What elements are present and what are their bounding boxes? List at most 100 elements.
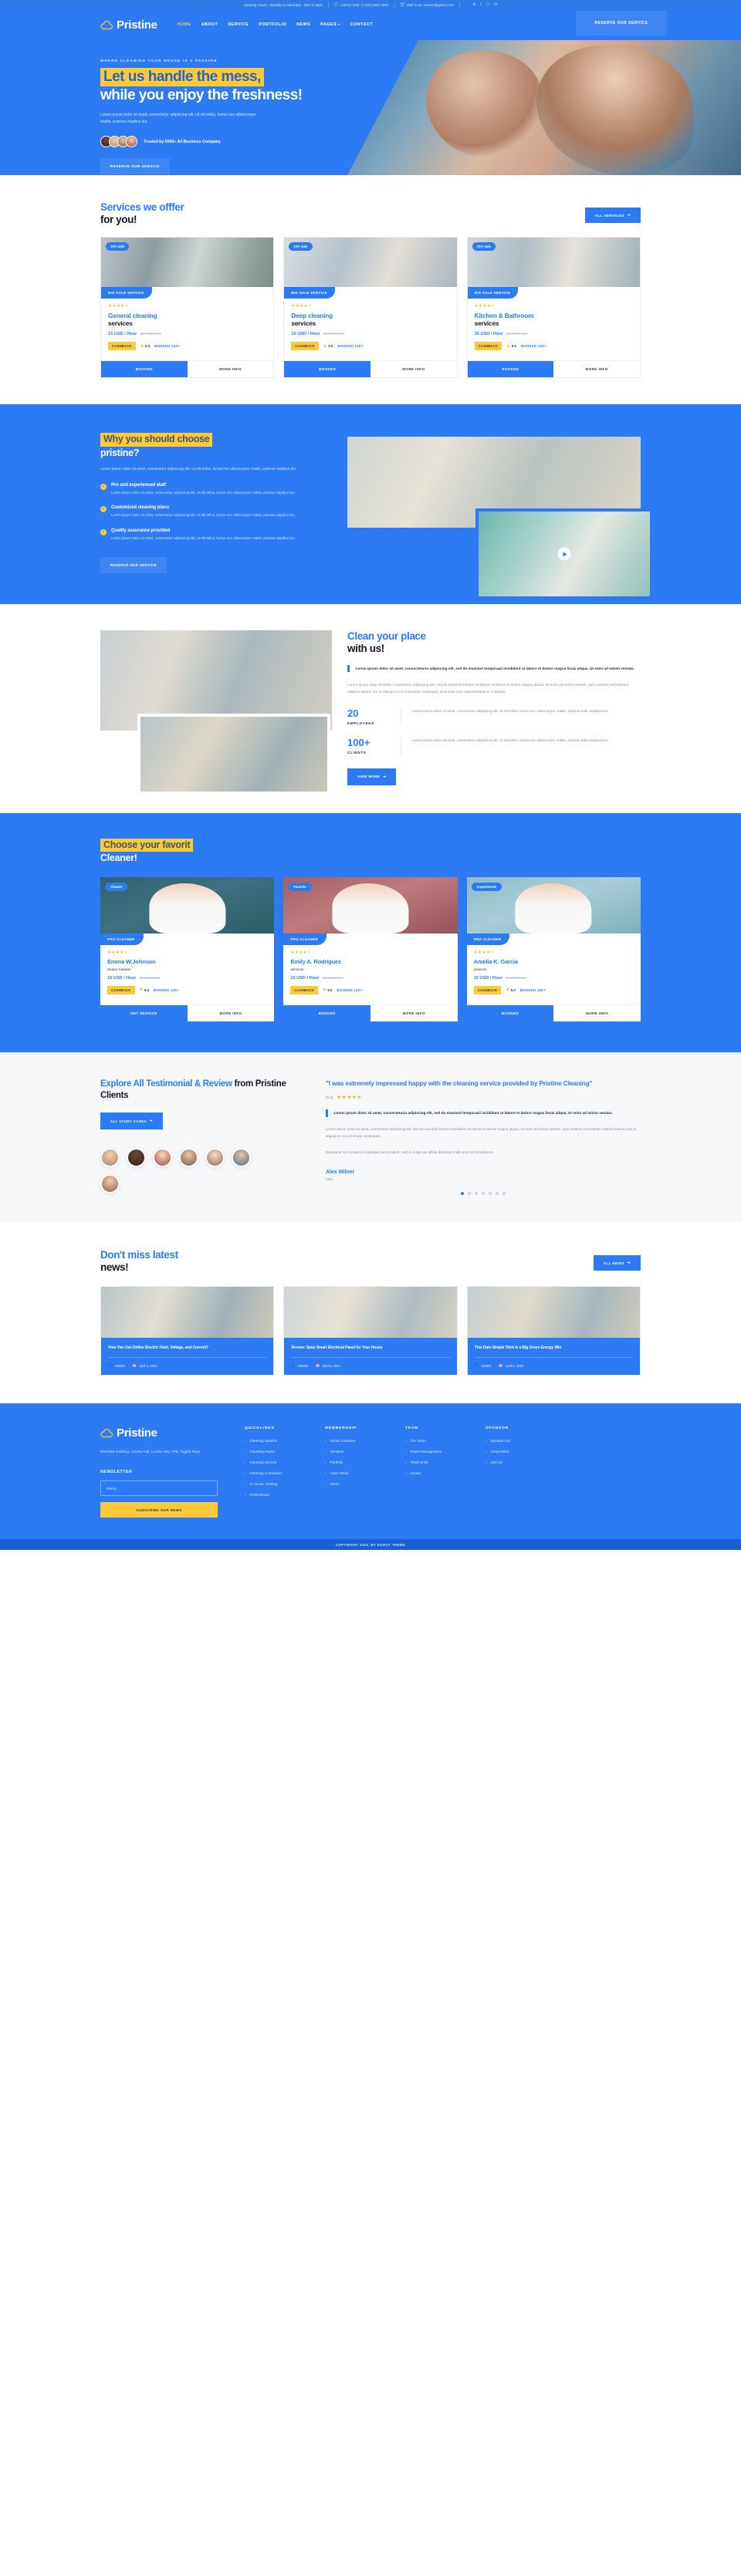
footer-logo[interactable]: Pristine xyxy=(100,1426,228,1440)
news-card[interactable]: How You Can Define Electric Field, Volta… xyxy=(100,1286,275,1376)
footer-link[interactable]: › Cleaning Solution xyxy=(245,1439,308,1443)
nav-item-service[interactable]: SERVICE xyxy=(228,22,249,27)
why-reserve-button[interactable]: RESERVE OUR SERVICE xyxy=(100,557,167,574)
footer-link[interactable]: › Career xyxy=(405,1471,469,1475)
star-icon: ★ xyxy=(322,988,327,993)
footer-link[interactable]: › Testimonial xyxy=(405,1460,469,1464)
linkedin-icon[interactable]: in xyxy=(494,2,497,7)
nav-item-pages[interactable]: PAGES ▾ xyxy=(320,22,340,27)
footer-link[interactable]: › In House Training xyxy=(245,1482,308,1486)
service-book-button[interactable]: BOOKED xyxy=(284,361,370,378)
carousel-dot[interactable] xyxy=(468,1192,471,1196)
service-card[interactable]: 10% Sale BIG SALE SERVICE ★★★★★ Kitchen … xyxy=(466,237,641,379)
avatar[interactable] xyxy=(179,1148,198,1168)
footer-link[interactable]: › Join Us xyxy=(486,1460,549,1464)
service-book-button[interactable]: BOOKED xyxy=(101,361,188,378)
all-study-cases-button[interactable]: ALL STUDY CASES ➔ xyxy=(100,1112,163,1130)
footer-link[interactable]: › Cleaning House xyxy=(245,1450,308,1453)
twitter-icon[interactable]: w xyxy=(473,2,476,7)
clean-title-line2: with us! xyxy=(347,643,384,655)
cleaner-primary-button[interactable]: GET SERVICE xyxy=(100,1004,188,1021)
subscribe-button[interactable]: SUBSCRIBE OUR NEWS xyxy=(100,1502,218,1518)
carousel-dot[interactable] xyxy=(461,1192,464,1196)
footer-link[interactable]: › Case Study xyxy=(325,1471,388,1475)
facebook-icon[interactable]: f xyxy=(480,2,482,7)
carousel-dots[interactable] xyxy=(326,1192,641,1196)
avatar[interactable] xyxy=(232,1148,251,1168)
check-circle-icon: ✓ xyxy=(100,506,107,513)
footer-link[interactable]: › Board Management xyxy=(405,1450,469,1453)
footer-link[interactable]: › About Company xyxy=(325,1439,388,1443)
reserve-service-button[interactable]: RESERVE OUR SERVICE xyxy=(576,10,667,35)
chevron-right-icon: › xyxy=(405,1460,407,1465)
nav-item-contact[interactable]: CONTACT xyxy=(350,22,373,27)
all-news-button[interactable]: ALL NEWS ➔ xyxy=(593,1255,641,1271)
star-icon: ★ xyxy=(139,988,144,993)
carousel-dot[interactable] xyxy=(502,1192,506,1196)
view-more-button[interactable]: VIEW MORE ➔ xyxy=(347,768,397,785)
nav-item-news[interactable]: NEWS xyxy=(296,22,310,27)
nav-item-home[interactable]: HOME xyxy=(178,22,191,27)
hero-reserve-button[interactable]: RESERVE OUR SERVICE xyxy=(100,158,170,175)
avatar[interactable] xyxy=(100,1174,120,1194)
cleaner-primary-button[interactable]: BOOKED xyxy=(283,1004,370,1021)
news-card[interactable]: Review: Spax Smart Electrical Panel for … xyxy=(283,1286,458,1376)
cleaner-card[interactable]: Favorite PRO CLEANER ★★★★★ Emily A. Rodr… xyxy=(283,876,458,1021)
star-rating-icon: ★★★★★ xyxy=(337,1096,363,1101)
avatar[interactable] xyxy=(127,1148,146,1168)
service-card[interactable]: 10% Sale BIG SALE SERVICE ★★★★★ General … xyxy=(100,237,275,379)
service-more-info-button[interactable]: MORE INFO xyxy=(370,361,457,378)
instagram-icon[interactable]: ☐ xyxy=(486,2,490,7)
services-section: Services we offfer for you! ALL SERVICES… xyxy=(100,175,641,379)
testimonial-title: Explore All Testimonial & Review from Pr… xyxy=(100,1079,307,1102)
cleaner-more-info-button[interactable]: MORE INFO xyxy=(370,1004,458,1021)
carousel-dot[interactable] xyxy=(496,1192,499,1196)
cashback-badge: CASHBACK xyxy=(108,342,136,351)
cleaner-card[interactable]: Cleaner PRO CLEANER ★★★★★ Emma W.Johnson… xyxy=(100,876,275,1021)
carousel-dot[interactable] xyxy=(482,1192,485,1196)
footer-link[interactable]: › Cleaning Service xyxy=(245,1460,308,1464)
carousel-dot[interactable] xyxy=(489,1192,492,1196)
cleaner-more-info-button[interactable]: MORE INFO xyxy=(187,1004,275,1021)
quote-bar xyxy=(326,1109,328,1117)
all-services-button[interactable]: ALL SERVICES ➔ xyxy=(584,208,641,224)
cleaner-more-info-button[interactable]: MORE INFO xyxy=(553,1004,641,1021)
avatar[interactable] xyxy=(153,1148,172,1168)
cleaner-price-old: 30 USD/Hour xyxy=(139,975,161,980)
footer-link[interactable]: › Corporation xyxy=(486,1450,549,1453)
stat-label: CLIENTS xyxy=(347,750,367,755)
newsletter-label: NEWSLETTER xyxy=(100,1470,133,1475)
service-book-button[interactable]: BOOKED xyxy=(467,361,554,378)
nav-item-portfolio[interactable]: PORTFOLIO xyxy=(259,22,286,27)
play-button-icon[interactable] xyxy=(557,547,571,561)
footer-logo-text: Pristine xyxy=(117,1426,157,1440)
mail-link[interactable]: Mail to us: envato@gmail.com xyxy=(400,2,454,7)
service-more-info-button[interactable]: MORE INFO xyxy=(187,361,274,378)
cleaner-primary-button[interactable]: BOOKED xyxy=(466,1004,554,1021)
footer-link[interactable]: › News xyxy=(325,1482,388,1486)
news-title-line1: Don't miss latest xyxy=(100,1249,178,1261)
phone-link[interactable]: Call for help: (+123) 5462 3257 xyxy=(333,2,389,7)
footer-link[interactable]: › Services xyxy=(325,1450,388,1453)
news-card[interactable]: This Dam Simple Trick Is a Big Green Ene… xyxy=(466,1286,641,1376)
avatar[interactable] xyxy=(205,1148,225,1168)
star-icon: ★ xyxy=(323,343,327,349)
nav-item-about[interactable]: ABOUT xyxy=(201,22,218,27)
cleaner-photo: Cleaner xyxy=(100,876,275,934)
service-card[interactable]: 10% Sale BIG SALE SERVICE ★★★★★ Deep cle… xyxy=(283,237,458,379)
footer-link[interactable]: › Sponsor List xyxy=(486,1439,549,1443)
cleaner-tag: Experienced xyxy=(471,882,502,891)
avatar[interactable] xyxy=(100,1148,120,1168)
feature-item: ✓ Pro and experienced staff Lorem ipsum … xyxy=(100,483,332,497)
carousel-dot[interactable] xyxy=(475,1192,478,1196)
footer-link[interactable]: › Cleaning Consultant xyxy=(245,1471,308,1475)
cleaner-card[interactable]: Experienced PRO CLEANER ★★★★★ Amelia K. … xyxy=(466,876,641,1021)
service-more-info-button[interactable]: MORE INFO xyxy=(553,361,640,378)
footer-link[interactable]: › Portfolio xyxy=(325,1460,388,1464)
newsletter-email-input[interactable] xyxy=(100,1480,218,1497)
footer-link[interactable]: › Professional xyxy=(245,1493,308,1497)
service-title-line2: services xyxy=(474,319,499,328)
logo[interactable]: Pristine xyxy=(100,19,157,32)
footer-link[interactable]: › Our Team xyxy=(405,1439,469,1443)
why-video-thumbnail[interactable] xyxy=(475,508,653,600)
